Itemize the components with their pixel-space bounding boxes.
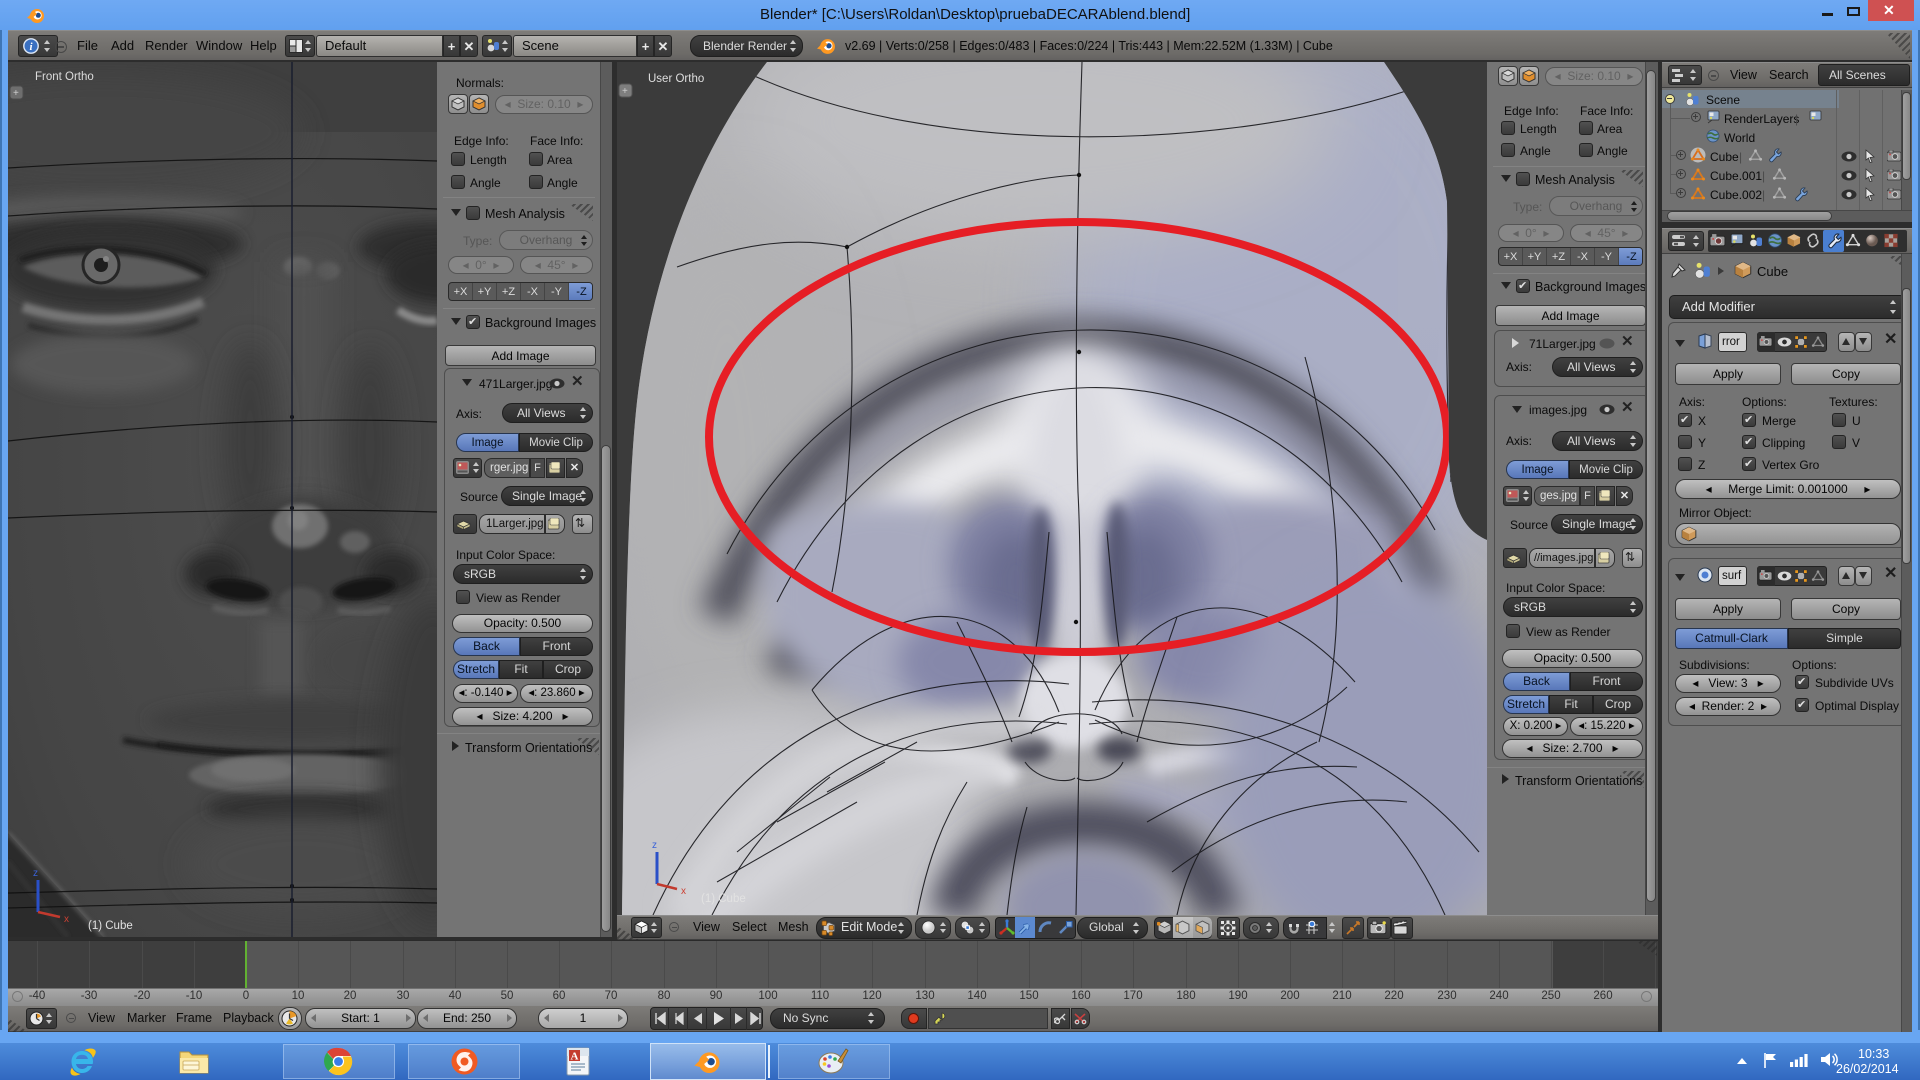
svg-text:z: z [652, 840, 657, 851]
svg-text:Front Ortho: Front Ortho [35, 71, 94, 83]
svg-text:A: A [571, 1051, 579, 1063]
svg-text:x: x [681, 886, 686, 897]
svg-text:+: + [622, 86, 628, 97]
svg-text:z: z [33, 868, 38, 879]
svg-text:(1) Cube: (1) Cube [88, 920, 133, 932]
svg-text:x: x [64, 914, 69, 925]
svg-text:User Ortho: User Ortho [648, 73, 704, 85]
svg-text:+: + [13, 88, 19, 99]
svg-text:(1) Cube: (1) Cube [701, 893, 746, 905]
